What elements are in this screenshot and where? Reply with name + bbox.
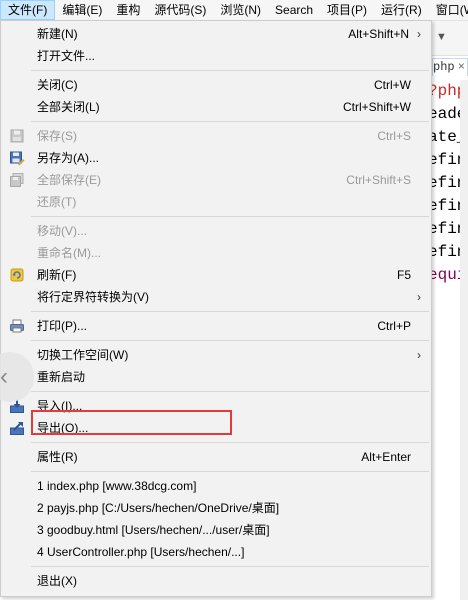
editor-scrollbar[interactable]: [460, 80, 468, 600]
shortcut: Ctrl+P: [377, 319, 411, 333]
chevron-left-icon[interactable]: ‹: [0, 362, 20, 392]
highlight-annotation: [31, 410, 232, 435]
editor-tab[interactable]: php ×: [432, 58, 468, 76]
menu-source[interactable]: 源代码(S): [147, 0, 213, 20]
shortcut: Ctrl+W: [374, 78, 411, 92]
menu-separator: [31, 216, 429, 217]
menu-separator: [31, 121, 429, 122]
menu-item-label: 关闭(C): [37, 78, 78, 92]
save-all-icon: [9, 172, 25, 188]
menu-search[interactable]: Search: [268, 0, 320, 20]
menu-item-recent-file[interactable]: 4 UserController.php [Users/hechen/...]: [1, 541, 431, 563]
menu-item-print[interactable]: 打印(P)... Ctrl+P: [1, 315, 431, 337]
printer-icon: [9, 318, 25, 334]
shortcut: Ctrl+Shift+W: [342, 100, 411, 114]
menu-item-label: 新建(N): [37, 27, 78, 41]
menu-navigate[interactable]: 浏览(N): [213, 0, 268, 20]
refresh-icon: [9, 267, 25, 283]
menu-separator: [31, 442, 429, 443]
shortcut: Ctrl+S: [377, 129, 411, 143]
menu-project[interactable]: 项目(P): [320, 0, 374, 20]
menu-run[interactable]: 运行(R): [374, 0, 429, 20]
menu-item-label: 全部关闭(L): [37, 100, 100, 114]
menu-item-label: 另存为(A)...: [37, 151, 99, 165]
editor-toolbar: ▼: [432, 21, 468, 56]
menu-item-recent-file[interactable]: 1 index.php [www.38dcg.com]: [1, 475, 431, 497]
export-icon: [9, 420, 25, 436]
menu-file[interactable]: 文件(F): [0, 0, 56, 20]
menu-item-label: 3 goodbuy.html [Users/hechen/.../user/桌面…: [37, 523, 270, 537]
menu-separator: [31, 471, 429, 472]
menu-item-exit[interactable]: 退出(X): [1, 570, 431, 592]
menu-item-label: 1 index.php [www.38dcg.com]: [37, 479, 197, 493]
menu-item-label: 重命名(M)...: [37, 246, 101, 260]
dropdown-arrow-icon[interactable]: ▼: [436, 31, 447, 43]
file-menu: 新建(N) Alt+Shift+N › 打开文件... 关闭(C) Ctrl+W…: [0, 20, 432, 597]
menu-item-save[interactable]: 保存(S) Ctrl+S: [1, 125, 431, 147]
shortcut: Alt+Shift+N: [348, 27, 409, 41]
menu-refactor[interactable]: 重构: [109, 0, 147, 20]
menu-item-label: 退出(X): [37, 574, 77, 588]
shortcut: F5: [396, 268, 411, 282]
menu-window[interactable]: 窗口(W: [429, 0, 468, 20]
menu-bar: 文件(F) 编辑(E) 重构 源代码(S) 浏览(N) Search 项目(P)…: [0, 0, 468, 21]
save-icon: [9, 128, 25, 144]
submenu-arrow-icon: ›: [417, 290, 421, 304]
menu-item-close[interactable]: 关闭(C) Ctrl+W: [1, 74, 431, 96]
menu-item-label: 重新启动: [37, 370, 86, 384]
menu-item-label: 打开文件...: [37, 49, 96, 63]
menu-item-recent-file[interactable]: 2 payjs.php [C:/Users/hechen/OneDrive/桌面…: [1, 497, 431, 519]
save-as-icon: [9, 150, 25, 166]
menu-item-refresh[interactable]: 刷新(F) F5: [1, 264, 431, 286]
menu-item-restart[interactable]: 重新启动: [1, 366, 431, 388]
shortcut: Alt+Enter: [361, 450, 411, 464]
menu-item-label: 刷新(F): [37, 268, 77, 282]
menu-item-save-all[interactable]: 全部保存(E) Ctrl+Shift+S: [1, 169, 431, 191]
editor-tab-label: php: [433, 60, 455, 74]
menu-item-switch-workspace[interactable]: 切换工作空间(W) ›: [1, 344, 431, 366]
menu-item-save-as[interactable]: 另存为(A)...: [1, 147, 431, 169]
menu-item-rename[interactable]: 重命名(M)...: [1, 242, 431, 264]
menu-item-close-all[interactable]: 全部关闭(L) Ctrl+Shift+W: [1, 96, 431, 118]
submenu-arrow-icon: ›: [417, 348, 421, 362]
menu-item-recent-file[interactable]: 3 goodbuy.html [Users/hechen/.../user/桌面…: [1, 519, 431, 541]
menu-edit[interactable]: 编辑(E): [55, 0, 109, 20]
menu-separator: [31, 311, 429, 312]
menu-item-label: 移动(V)...: [37, 224, 87, 238]
menu-item-label: 打印(P)...: [37, 319, 87, 333]
menu-item-label: 2 payjs.php [C:/Users/hechen/OneDrive/桌面…: [37, 501, 280, 515]
menu-item-label: 将行定界符转换为(V): [37, 290, 149, 304]
submenu-arrow-icon: ›: [417, 27, 421, 41]
menu-item-label: 还原(T): [37, 195, 77, 209]
menu-item-label: 保存(S): [37, 129, 77, 143]
menu-item-label: 切换工作空间(W): [37, 348, 129, 362]
menu-item-convert-line-delimiters[interactable]: 将行定界符转换为(V) ›: [1, 286, 431, 308]
menu-item-label: 属性(R): [37, 450, 78, 464]
menu-separator: [31, 340, 429, 341]
menu-item-label: 全部保存(E): [37, 173, 101, 187]
menu-separator: [31, 70, 429, 71]
menu-item-open-file[interactable]: 打开文件...: [1, 45, 431, 67]
close-icon[interactable]: ×: [458, 59, 465, 76]
menu-item-label: 4 UserController.php [Users/hechen/...]: [37, 545, 245, 559]
menu-separator: [31, 566, 429, 567]
menu-item-revert[interactable]: 还原(T): [1, 191, 431, 213]
menu-item-move[interactable]: 移动(V)...: [1, 220, 431, 242]
shortcut: Ctrl+Shift+S: [346, 173, 411, 187]
menu-item-properties[interactable]: 属性(R) Alt+Enter: [1, 446, 431, 468]
menu-separator: [31, 391, 429, 392]
menu-item-new[interactable]: 新建(N) Alt+Shift+N ›: [1, 23, 431, 45]
